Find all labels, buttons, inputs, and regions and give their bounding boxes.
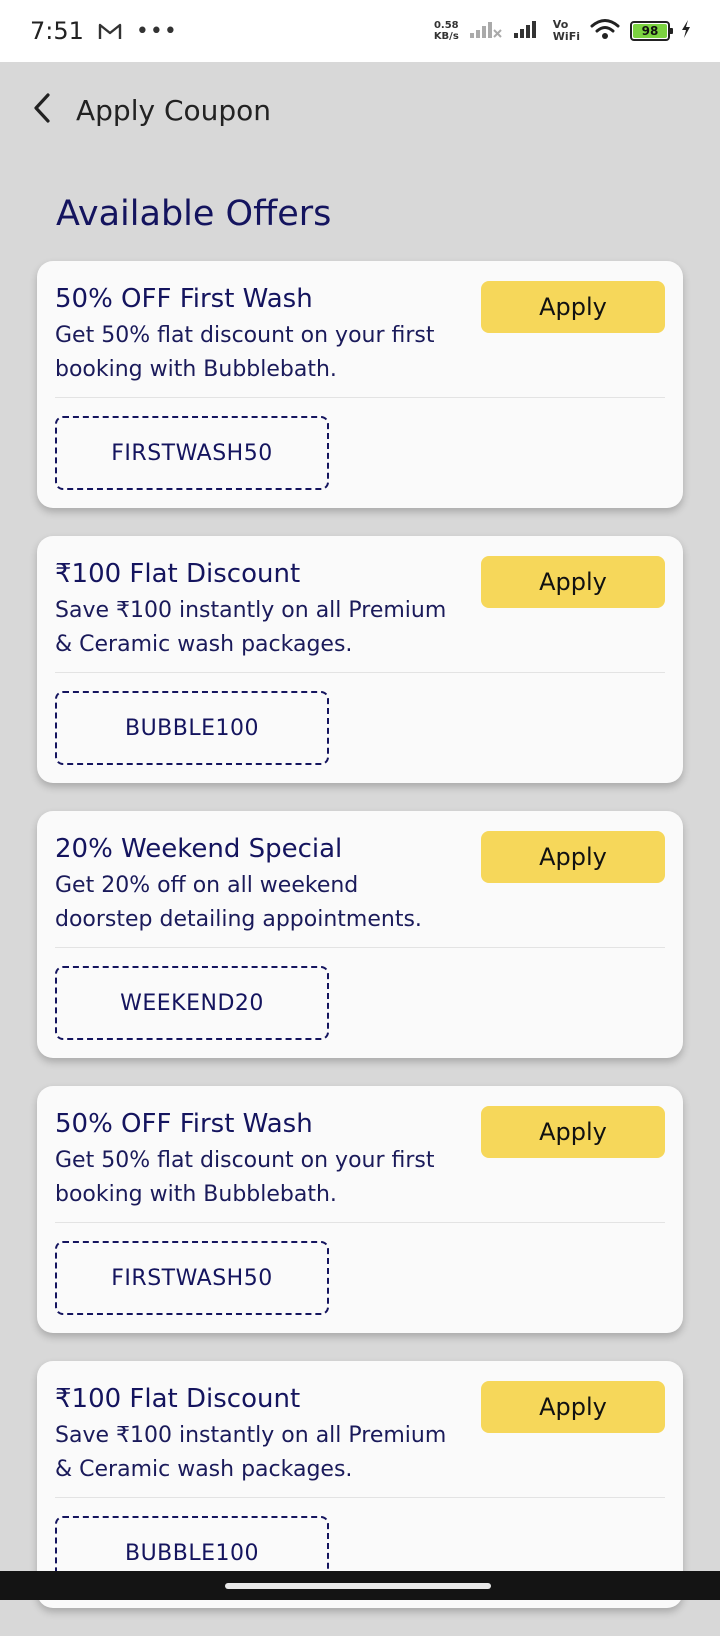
offer-description: Get 50% flat discount on your first book… <box>55 323 435 382</box>
charging-icon <box>680 19 692 43</box>
offer-card: ₹100 Flat Discount Save ₹100 instantly o… <box>37 536 683 783</box>
coupon-code: FIRSTWASH50 <box>55 416 329 490</box>
offer-description: Get 50% flat discount on your first book… <box>55 1148 435 1207</box>
offer-card: 50% OFF First Wash Get 50% flat discount… <box>37 1086 683 1333</box>
more-dots-icon: ••• <box>135 18 178 44</box>
apply-button[interactable]: Apply <box>481 1106 665 1158</box>
offer-description: Save ₹100 instantly on all Premium & Cer… <box>55 1423 447 1482</box>
offer-description: Save ₹100 instantly on all Premium & Cer… <box>55 598 447 657</box>
offers-list: 50% OFF First Wash Get 50% flat discount… <box>37 261 683 1636</box>
offer-title: 20% Weekend Special <box>55 834 343 864</box>
network-speed: 0.58 KB/s <box>434 20 459 42</box>
divider <box>55 947 665 948</box>
offer-card: 20% Weekend Special Get 20% off on all w… <box>37 811 683 1058</box>
home-gesture-handle[interactable] <box>225 1583 491 1589</box>
offer-card: 50% OFF First Wash Get 50% flat discount… <box>37 261 683 508</box>
divider <box>55 397 665 398</box>
offer-title: ₹100 Flat Discount <box>55 559 301 589</box>
vowifi-bottom: WiFi <box>552 30 580 43</box>
gmail-icon <box>98 22 122 40</box>
divider <box>55 1222 665 1223</box>
divider <box>55 1497 665 1498</box>
status-bar-left: 7:51 ••• <box>30 17 178 45</box>
page-title: Apply Coupon <box>76 93 272 127</box>
offer-title: 50% OFF First Wash <box>55 284 313 314</box>
offer-title: 50% OFF First Wash <box>55 1109 313 1139</box>
offer-description: Get 20% off on all weekend doorstep deta… <box>55 873 422 932</box>
signal-icon <box>469 19 503 43</box>
chevron-left-icon <box>31 92 53 128</box>
coupon-code: BUBBLE100 <box>55 691 329 765</box>
status-bar-right: 0.58 KB/s Vo WiFi 98 <box>434 18 692 44</box>
battery-icon: 98 <box>630 21 673 41</box>
signal-icon <box>513 19 543 43</box>
section-title: Available Offers <box>56 194 332 234</box>
offer-title: ₹100 Flat Discount <box>55 1384 301 1414</box>
battery-level: 98 <box>633 24 667 38</box>
coupon-code: WEEKEND20 <box>55 966 329 1040</box>
vowifi-indicator: Vo WiFi <box>553 19 580 43</box>
coupon-code: FIRSTWASH50 <box>55 1241 329 1315</box>
app-header: Apply Coupon <box>0 62 720 158</box>
divider <box>55 672 665 673</box>
status-time: 7:51 <box>30 17 84 45</box>
apply-button[interactable]: Apply <box>481 831 665 883</box>
apply-button[interactable]: Apply <box>481 556 665 608</box>
system-nav-bar <box>0 1571 720 1600</box>
back-button[interactable] <box>12 80 72 140</box>
status-bar: 7:51 ••• 0.58 KB/s Vo WiFi 98 <box>0 0 720 62</box>
network-speed-value: 0.58 <box>433 20 459 31</box>
apply-button[interactable]: Apply <box>481 281 665 333</box>
wifi-icon <box>590 18 620 44</box>
network-speed-unit: KB/s <box>433 31 459 42</box>
apply-button[interactable]: Apply <box>481 1381 665 1433</box>
